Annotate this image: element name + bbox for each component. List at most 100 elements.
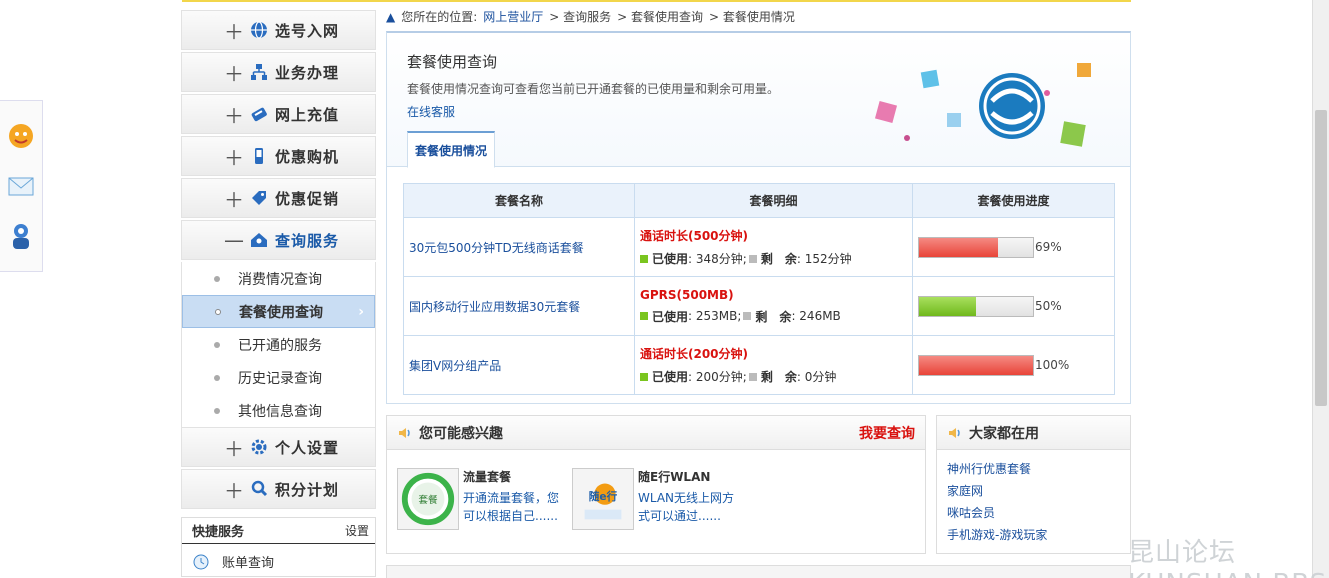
menu-item-label: 查询服务 (275, 231, 340, 250)
progress-percent: 100% (1035, 358, 1070, 372)
breadcrumb-item[interactable]: > 套餐使用查询 (617, 8, 703, 25)
online-service-link[interactable]: 在线客服 (407, 103, 455, 120)
submenu-item-opened-services[interactable]: 已开通的服务 (182, 328, 375, 361)
progress-wrap: 69% (918, 236, 1114, 258)
package-progress: 50% (912, 276, 1115, 336)
package-name[interactable]: 国内移动行业应用数据30元套餐 (403, 276, 635, 336)
package-progress: 69% (912, 217, 1115, 277)
plus-icon: ＋ (224, 478, 245, 503)
column-header-progress: 套餐使用进度 (912, 183, 1115, 218)
progress-percent: 69% (1035, 240, 1062, 254)
detail-title: 通话时长(200分钟) (640, 347, 749, 361)
submenu-label: 其他信息查询 (238, 403, 322, 420)
quick-settings-link[interactable]: 设置 (345, 522, 369, 539)
popular-title: 大家都在用 (969, 425, 1039, 442)
detail-title: 通话时长(500分钟) (640, 229, 749, 243)
floating-toolbar (0, 100, 43, 272)
card-icon (251, 107, 267, 122)
org-chart-icon (251, 64, 267, 80)
remain-label: 剩 余 (760, 252, 797, 266)
popular-item[interactable]: 神州行优惠套餐 (947, 460, 1120, 482)
quick-item-label: 账单查询 (222, 556, 275, 571)
home-icon[interactable]: ▲ (386, 10, 395, 24)
progress-bar (918, 236, 1034, 258)
package-usage-panel: 套餐使用查询 套餐使用情况查询可查看您当前已开通套餐的已使用量和剩余可用量。 在… (386, 31, 1131, 404)
detail-line: 已使用: 348分钟; 剩 余: 152分钟 (640, 250, 912, 267)
detail-title: GPRS(500MB) (640, 287, 734, 302)
watermark: 昆山论坛 KUNSHAN BBS (1128, 538, 1326, 578)
usage-table: 套餐名称 套餐明细 套餐使用进度 30元包500分钟TD无线商话套餐 通话时长(5… (403, 183, 1115, 395)
card-text[interactable]: 开通流量套餐，您可以根据自己...... (463, 489, 563, 525)
breadcrumb-link-online-hall[interactable]: 网上营业厅 (483, 8, 543, 25)
breadcrumb-current: > 套餐使用情况 (709, 10, 795, 24)
menu-item-label: 选号入网 (275, 21, 340, 40)
menu-item-promotion[interactable]: ＋ 优惠促销 (181, 178, 376, 218)
table-header-row: 套餐名称 套餐明细 套餐使用进度 (403, 183, 1115, 218)
card-text[interactable]: WLAN无线上网方式可以通过...... (638, 489, 738, 525)
card-wlan[interactable]: 随e行 随E行WLAN WLAN无线上网方式可以通过...... (572, 468, 738, 530)
interest-header: 您可能感兴趣 我要查询 (387, 416, 925, 450)
used-marker-icon (640, 254, 648, 263)
service-person-icon[interactable] (6, 221, 36, 251)
breadcrumb-item[interactable]: > 查询服务 (549, 8, 611, 25)
mail-icon[interactable] (6, 171, 36, 201)
menu-item-label: 积分计划 (275, 480, 340, 499)
progress-bar (918, 354, 1034, 376)
package-detail: 通话时长(200分钟) 已使用: 200分钟; 剩 余: 0分钟 (634, 335, 913, 395)
popular-item[interactable]: 家庭网 (947, 482, 1120, 504)
scrollbar[interactable] (1312, 0, 1329, 578)
interest-panel: 您可能感兴趣 我要查询 套餐 流量套餐 开通流量套餐，您可以根据自己......… (386, 415, 926, 554)
bullet-icon (215, 308, 221, 315)
remain-label: 剩 余 (760, 370, 797, 384)
speaker-icon (399, 427, 410, 438)
package-name[interactable]: 30元包500分钟TD无线商话套餐 (403, 217, 635, 277)
menu-item-select-number[interactable]: ＋ 选号入网 (181, 10, 376, 50)
menu-item-label: 优惠购机 (275, 147, 340, 166)
query-now-link[interactable]: 我要查询 (859, 423, 915, 443)
menu-item-personal-settings[interactable]: ＋ 个人设置 (181, 427, 376, 467)
quick-item-bill[interactable]: 账单查询 (182, 544, 375, 578)
scrollbar-thumb[interactable] (1315, 110, 1327, 406)
bullet-icon (214, 341, 220, 348)
menu-item-business[interactable]: ＋ 业务办理 (181, 52, 376, 92)
column-header-detail: 套餐明细 (634, 183, 913, 218)
remain-label: 剩 余 (755, 309, 792, 324)
submenu-item-history[interactable]: 历史记录查询 (182, 361, 375, 394)
plus-icon: ＋ (224, 436, 245, 461)
menu-item-points[interactable]: ＋ 积分计划 (181, 469, 376, 509)
chat-icon[interactable] (6, 121, 36, 151)
remain-value: 0分钟 (804, 370, 837, 384)
used-label: 已使用 (652, 252, 689, 266)
plus-icon: ＋ (224, 61, 245, 86)
progress-fill (919, 237, 998, 257)
package-progress: 100% (912, 335, 1115, 395)
used-marker-icon (640, 372, 648, 381)
detail-line: 已使用: 200分钟; 剩 余: 0分钟 (640, 368, 912, 385)
card-data-package[interactable]: 套餐 流量套餐 开通流量套餐，您可以根据自己...... (397, 468, 563, 530)
submenu-item-other-info[interactable]: 其他信息查询 (182, 394, 375, 427)
submenu-label: 已开通的服务 (238, 337, 322, 354)
progress-fill (919, 296, 976, 316)
bullet-icon (214, 275, 220, 282)
submenu-item-consumption[interactable]: 消费情况查询 (182, 262, 375, 295)
menu-item-recharge[interactable]: ＋ 网上充值 (181, 94, 376, 134)
quick-services-title: 快捷服务 (192, 525, 245, 540)
package-name[interactable]: 集团V网分组产品 (403, 335, 635, 395)
tab-bar: 套餐使用情况 (387, 131, 1130, 168)
quick-services-header: 快捷服务 设置 (182, 518, 375, 544)
menu-item-query-service[interactable]: — 查询服务 (181, 220, 376, 260)
remain-marker-icon (748, 254, 757, 263)
popular-item[interactable]: 咪咕会员 (947, 504, 1120, 526)
menu-item-buy-phone[interactable]: ＋ 优惠购机 (181, 136, 376, 176)
speaker-icon (949, 427, 960, 438)
submenu-label: 消费情况查询 (238, 271, 322, 288)
plus-icon: ＋ (224, 103, 245, 128)
menu-item-label: 网上充值 (275, 105, 340, 124)
quick-services-panel: 快捷服务 设置 账单查询 (181, 517, 376, 577)
package-detail: 通话时长(500分钟) 已使用: 348分钟; 剩 余: 152分钟 (634, 217, 913, 277)
progress-wrap: 100% (918, 354, 1114, 376)
submenu-label: 历史记录查询 (238, 370, 322, 387)
tab-package-usage[interactable]: 套餐使用情况 (407, 131, 495, 168)
submenu-item-package-usage[interactable]: 套餐使用查询 › (182, 295, 375, 328)
popular-item[interactable]: 手机游戏-游戏玩家 (947, 526, 1120, 548)
